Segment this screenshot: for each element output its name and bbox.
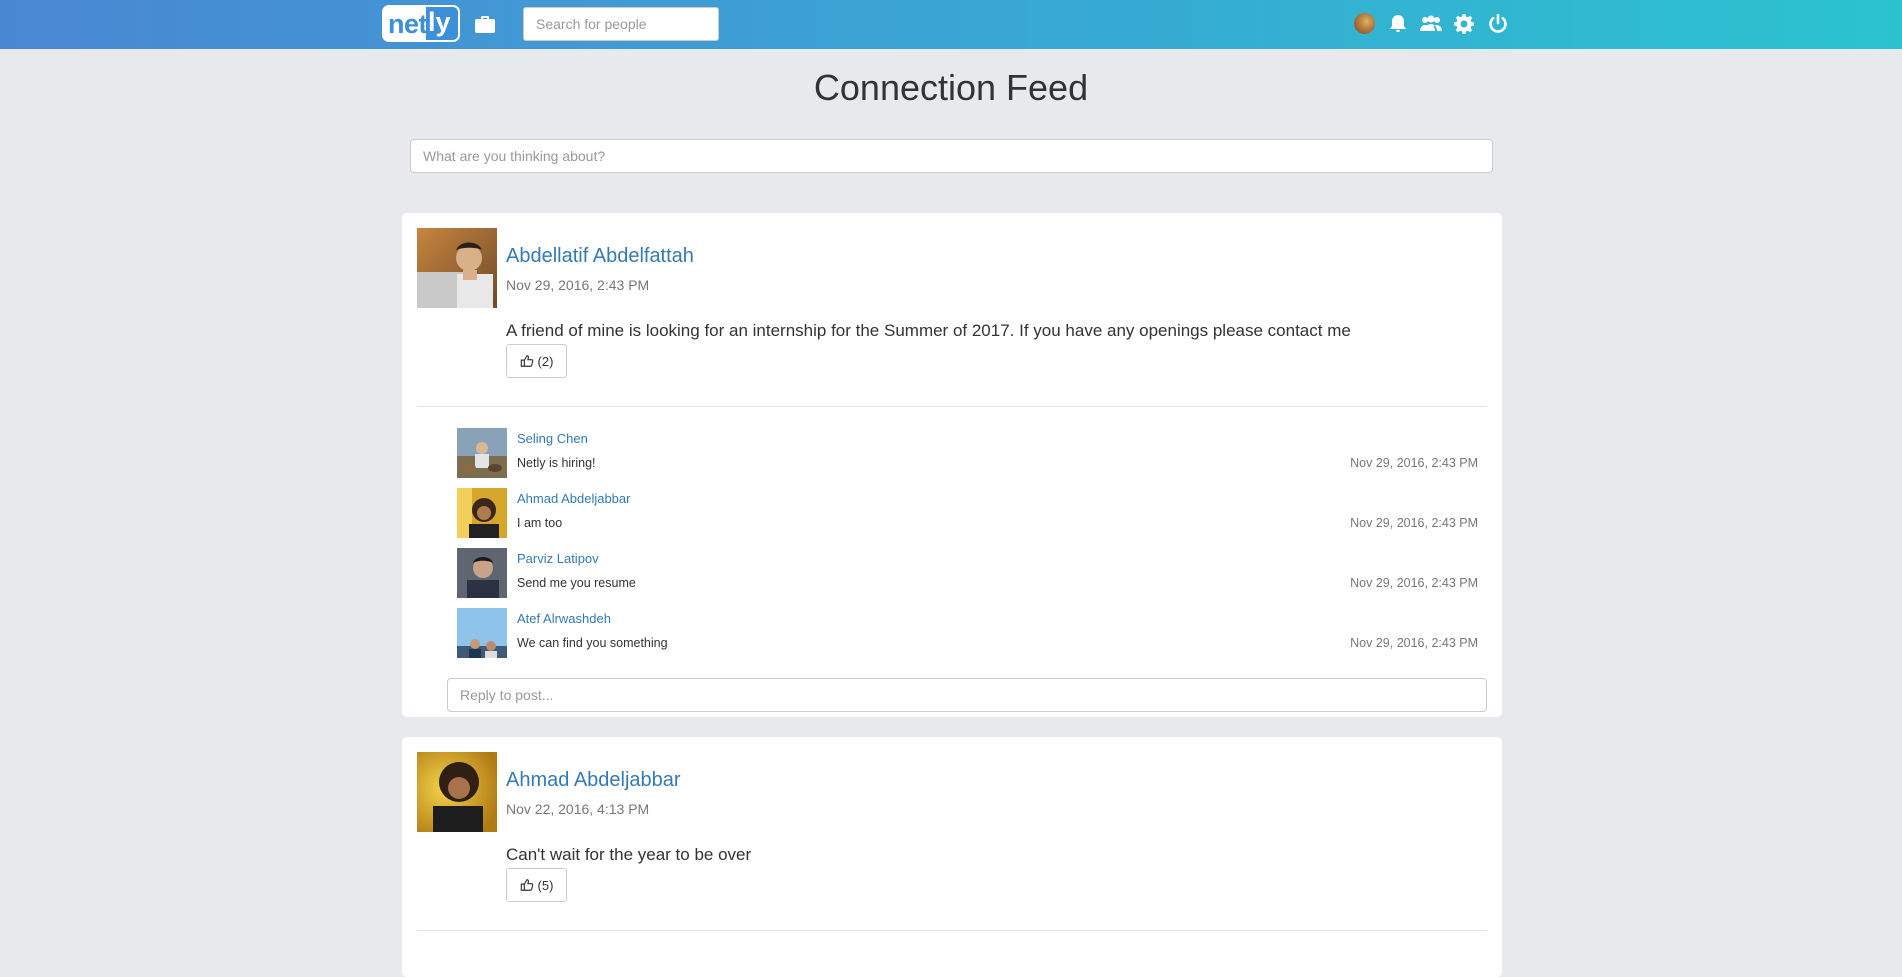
logo-text-highlight: ly [426, 7, 458, 40]
commenter-name[interactable]: Seling Chen [517, 431, 588, 446]
thumbs-up-icon [520, 879, 533, 891]
post-body: Can't wait for the year to be over [506, 845, 752, 864]
commenter-photo[interactable] [457, 548, 507, 598]
author-photo[interactable] [417, 228, 497, 308]
commenter-name[interactable]: Atef Alrwashdeh [517, 611, 611, 626]
comment-text: We can find you something [517, 636, 668, 650]
comment-date: Nov 29, 2016, 2:43 PM [1350, 636, 1478, 650]
post-composer-input[interactable] [410, 139, 1493, 173]
like-button[interactable]: (5) [506, 868, 567, 902]
like-count: (5) [537, 877, 554, 893]
like-button[interactable]: (2) [506, 344, 567, 378]
post-card: Ahmad Abdeljabbar Nov 22, 2016, 4:13 PM … [402, 737, 1502, 977]
gear-icon[interactable] [1452, 12, 1476, 36]
reply-input[interactable] [447, 678, 1487, 712]
divider [417, 406, 1487, 407]
comment-date: Nov 29, 2016, 2:43 PM [1350, 576, 1478, 590]
bell-icon[interactable] [1386, 12, 1410, 36]
people-search-input[interactable] [523, 7, 719, 41]
commenter-photo[interactable] [457, 428, 507, 478]
commenter-name[interactable]: Ahmad Abdeljabbar [517, 491, 630, 506]
divider [417, 930, 1487, 931]
logo-text: net [388, 9, 428, 39]
page-title: Connection Feed [813, 67, 1089, 108]
commenter-photo[interactable] [457, 608, 507, 658]
like-count: (2) [537, 353, 554, 369]
post-author-name[interactable]: Abdellatif Abdelfattah [506, 245, 694, 268]
group-icon[interactable] [1418, 12, 1444, 36]
comment-text: Send me you resume [517, 576, 636, 590]
comment-text: Netly is hiring! [517, 456, 596, 470]
comment-date: Nov 29, 2016, 2:43 PM [1350, 456, 1478, 470]
thumbs-up-icon [520, 355, 533, 367]
comment-text: I am too [517, 516, 563, 530]
commenter-name[interactable]: Parviz Latipov [517, 551, 599, 566]
post-date: Nov 22, 2016, 4:13 PM [506, 801, 650, 817]
comment-item: Ahmad Abdeljabbar I am too Nov 29, 2016,… [457, 488, 1487, 538]
post-date: Nov 29, 2016, 2:43 PM [506, 277, 650, 293]
comment-item: Atef Alrwashdeh We can find you somethin… [457, 608, 1487, 658]
post-body: A friend of mine is looking for an inter… [506, 321, 1351, 340]
commenter-photo[interactable] [457, 488, 507, 538]
author-photo[interactable] [417, 752, 497, 832]
comment-date: Nov 29, 2016, 2:43 PM [1350, 516, 1478, 530]
post-card: Abdellatif Abdelfattah Nov 29, 2016, 2:4… [402, 213, 1502, 717]
post-author-name[interactable]: Ahmad Abdeljabbar [506, 769, 681, 792]
comment-item: Parviz Latipov Send me you resume Nov 29… [457, 548, 1487, 598]
navbar: net ly [0, 0, 1902, 49]
power-icon[interactable] [1486, 12, 1510, 36]
netly-logo[interactable]: net ly [382, 5, 460, 42]
comment-item: Seling Chen Netly is hiring! Nov 29, 201… [457, 428, 1487, 478]
briefcase-icon[interactable] [473, 13, 497, 37]
user-avatar[interactable] [1354, 13, 1375, 34]
